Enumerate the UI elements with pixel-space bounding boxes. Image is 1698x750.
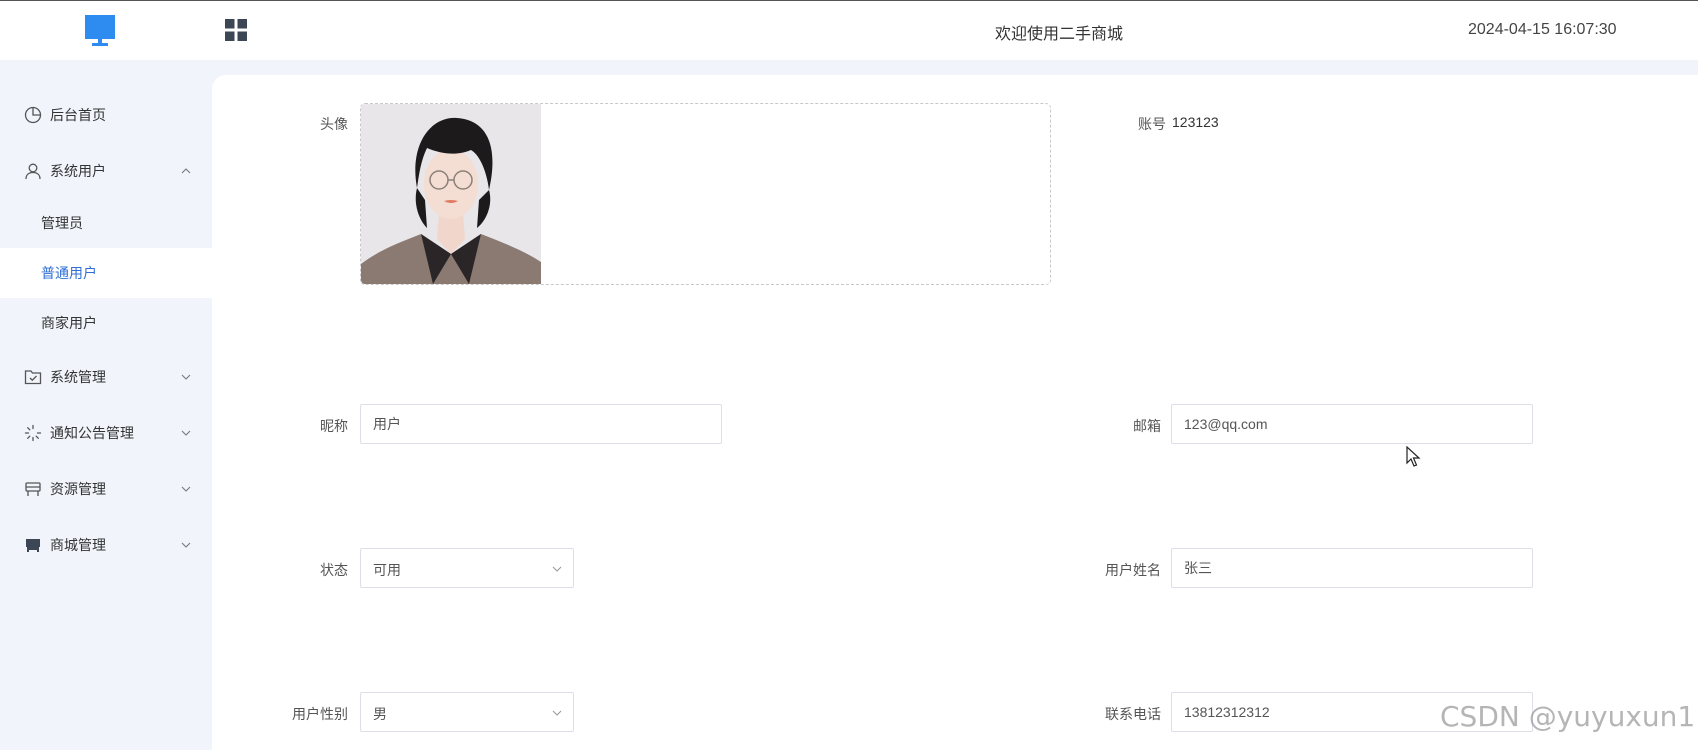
user-icon [25, 163, 41, 180]
folder-check-icon [24, 370, 42, 385]
sidebar: 后台首页 系统用户 管理员 普通用户 商家用户 系统管理 通知公告管理 资源管理… [0, 60, 212, 750]
sidebar-item-system-management[interactable]: 系统管理 [0, 352, 212, 402]
loading-icon [24, 424, 42, 442]
chevron-down-icon [552, 710, 562, 716]
chevron-down-icon [181, 486, 191, 492]
desk-icon [25, 482, 41, 496]
top-header: 欢迎使用二手商城 2024-04-15 16:07:30 [0, 0, 1698, 60]
status-label: 状态 [320, 562, 348, 578]
sidebar-subitem-merchant-users[interactable]: 商家用户 [0, 298, 212, 348]
phone-label: 联系电话 [1105, 706, 1161, 722]
sidebar-item-label: 资源管理 [50, 481, 106, 497]
sidebar-subitem-label: 商家用户 [41, 315, 97, 331]
email-input[interactable] [1171, 404, 1533, 444]
pie-chart-icon [24, 106, 42, 124]
sidebar-item-shop-management[interactable]: 商城管理 [0, 520, 212, 570]
sidebar-item-label: 通知公告管理 [50, 425, 134, 441]
chevron-up-icon [181, 168, 191, 174]
sidebar-item-label: 后台首页 [50, 107, 106, 123]
avatar-upload[interactable] [360, 103, 1051, 285]
header-datetime: 2024-04-15 16:07:30 [1468, 21, 1617, 38]
chevron-down-icon [552, 566, 562, 572]
monitor-icon[interactable] [84, 15, 116, 47]
sidebar-item-announcements[interactable]: 通知公告管理 [0, 408, 212, 458]
sidebar-subitem-label: 普通用户 [41, 265, 97, 281]
sidebar-subitem-admins[interactable]: 管理员 [0, 198, 212, 248]
watermark: CSDN @yuyuxun1 [1440, 700, 1696, 733]
chevron-down-icon [181, 374, 191, 380]
header-title: 欢迎使用二手商城 [994, 26, 1123, 43]
sidebar-subitem-label: 管理员 [41, 215, 83, 231]
sidebar-item-label: 系统用户 [50, 163, 106, 179]
sidebar-item-dashboard[interactable]: 后台首页 [0, 90, 212, 140]
shop-icon [26, 539, 40, 552]
nickname-label: 昵称 [320, 418, 348, 434]
nickname-input[interactable] [360, 404, 722, 444]
gender-select[interactable]: 男 [360, 692, 574, 732]
realname-label: 用户姓名 [1105, 562, 1161, 578]
sidebar-item-label: 商城管理 [50, 537, 106, 553]
sidebar-item-resources[interactable]: 资源管理 [0, 464, 212, 514]
mouse-cursor-icon [1406, 446, 1421, 467]
gender-select-value: 男 [373, 706, 387, 722]
sidebar-item-system-users[interactable]: 系统用户 [0, 146, 212, 196]
chevron-down-icon [181, 542, 191, 548]
sidebar-subitem-normal-users[interactable]: 普通用户 [0, 248, 212, 298]
sidebar-item-label: 系统管理 [50, 369, 106, 385]
gender-label: 用户性别 [292, 706, 348, 722]
email-label: 邮箱 [1133, 418, 1161, 434]
account-label: 账号 [1138, 116, 1166, 132]
chevron-down-icon [181, 430, 191, 436]
status-select-value: 可用 [373, 562, 401, 578]
avatar-label: 头像 [320, 116, 348, 132]
status-select[interactable]: 可用 [360, 548, 574, 588]
grid-icon[interactable] [225, 19, 247, 41]
account-value: 123123 [1172, 114, 1219, 130]
realname-input[interactable] [1171, 548, 1533, 588]
avatar [361, 104, 541, 284]
